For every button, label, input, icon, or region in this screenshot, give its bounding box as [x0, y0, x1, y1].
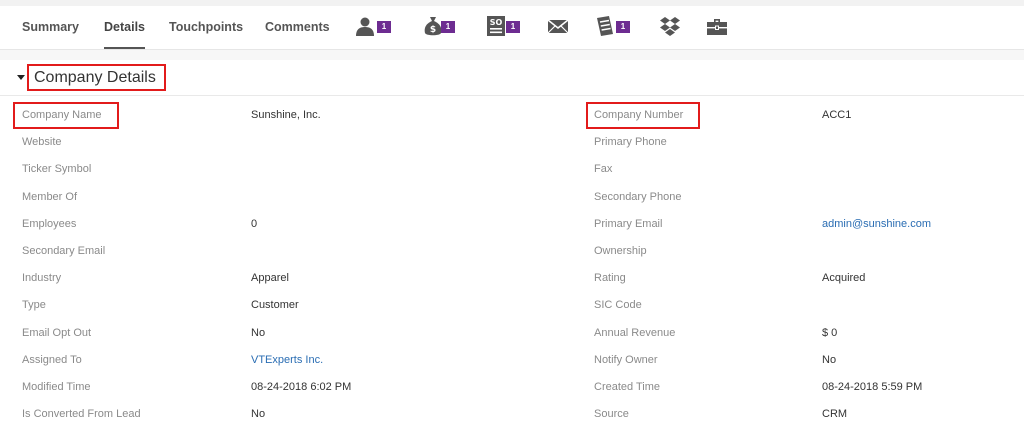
- sales-orders-tab-button[interactable]: SO 1: [486, 15, 524, 39]
- field-value: CRM: [822, 408, 848, 421]
- field-value: 08-24-2018 6:02 PM: [251, 381, 352, 393]
- field-label: Email Opt Out: [22, 326, 92, 339]
- field-label: Company Number: [594, 109, 684, 121]
- sales-order-icon: SO: [487, 16, 505, 36]
- field-label: Is Converted From Lead: [22, 408, 141, 421]
- tab-bar: Summary Details Touchpoints Comments 1 $…: [0, 6, 1024, 50]
- field-value: Sunshine, Inc.: [251, 109, 321, 121]
- field-value: No: [822, 353, 837, 366]
- detail-row: Member Of Secondary Phone: [0, 184, 1024, 211]
- field-label: SIC Code: [594, 299, 642, 312]
- detail-row: Email Opt Out No Annual Revenue $ 0: [0, 320, 1024, 347]
- field-label: Ticker Symbol: [22, 163, 92, 176]
- collapse-caret-icon[interactable]: [17, 75, 25, 80]
- envelope-icon: [547, 19, 569, 34]
- field-value: No: [251, 326, 266, 339]
- field-value: Acquired: [822, 272, 866, 285]
- field-label: Annual Revenue: [594, 326, 676, 339]
- field-label: Secondary Phone: [594, 190, 682, 203]
- opportunities-tab-button[interactable]: $ 1: [423, 15, 459, 39]
- svg-text:$: $: [430, 25, 436, 35]
- field-value: $ 0: [822, 326, 838, 339]
- section-separator: [0, 50, 1024, 60]
- section-header: Company Details: [0, 60, 1024, 96]
- detail-row: Is Converted From Lead No Source CRM: [0, 401, 1024, 428]
- invoices-count-badge: 1: [616, 21, 630, 33]
- contacts-tab-button[interactable]: 1: [355, 15, 395, 39]
- company-details-section: Company Details Company Name Sunshine, In…: [0, 60, 1024, 445]
- field-value: No: [251, 408, 266, 421]
- field-value[interactable]: VTExperts Inc.: [251, 347, 323, 374]
- field-label: Rating: [594, 272, 626, 285]
- field-label: Assigned To: [22, 353, 82, 366]
- contacts-icon: [356, 17, 374, 36]
- field-value: 0: [251, 217, 258, 230]
- field-label: Created Time: [594, 381, 661, 393]
- field-label: Notify Owner: [594, 353, 658, 366]
- field-label: Primary Phone: [594, 136, 667, 149]
- dropbox-icon: [660, 17, 680, 36]
- detail-row: Type Customer SIC Code: [0, 292, 1024, 319]
- field-label: Member Of: [22, 190, 78, 203]
- opportunities-count-badge: 1: [441, 21, 455, 33]
- detail-row: Ticker Symbol Fax: [0, 156, 1024, 183]
- detail-row: Company Name Sunshine, Inc. Company Number…: [0, 102, 1024, 129]
- tab-comments[interactable]: Comments: [265, 6, 330, 49]
- field-label: Primary Email: [594, 217, 663, 230]
- section-title: Company Details: [27, 64, 166, 91]
- field-label: Secondary Email: [22, 245, 106, 257]
- dropbox-tab-button[interactable]: [659, 15, 681, 39]
- detail-row: Assigned To VTExperts Inc. Notify Owner No: [0, 347, 1024, 374]
- money-bag-icon: $: [424, 17, 442, 36]
- tab-touchpoints[interactable]: Touchpoints: [169, 6, 243, 49]
- field-value[interactable]: admin@sunshine.com: [822, 211, 931, 238]
- field-value: Customer: [251, 299, 299, 312]
- field-label: Employees: [22, 217, 77, 230]
- tab-summary[interactable]: Summary: [22, 6, 79, 49]
- field-value: 08-24-2018 5:59 PM: [822, 381, 923, 393]
- field-label: Industry: [22, 272, 62, 285]
- field-label: Website: [22, 136, 62, 149]
- field-value: Apparel: [251, 272, 289, 285]
- invoice-icon: [597, 16, 613, 36]
- field-label: Type: [22, 299, 46, 312]
- tab-details[interactable]: Details: [104, 6, 145, 49]
- detail-row: Employees 0 Primary Email admin@sunshine.co…: [0, 211, 1024, 238]
- field-label: Source: [594, 408, 629, 421]
- detail-row: Industry Apparel Rating Acquired: [0, 265, 1024, 292]
- detail-row: Modified Time 08-24-2018 6:02 PM Created T…: [0, 374, 1024, 401]
- detail-row: Website Primary Phone: [0, 129, 1024, 156]
- projects-tab-button[interactable]: [706, 15, 728, 39]
- sales-orders-count-badge: 1: [506, 21, 520, 33]
- contacts-count-badge: 1: [377, 21, 391, 33]
- invoices-tab-button[interactable]: 1: [594, 15, 634, 39]
- detail-row: Secondary Email Ownership: [0, 238, 1024, 265]
- briefcase-icon: [707, 19, 727, 35]
- field-label: Ownership: [594, 245, 647, 257]
- field-value: ACC1: [822, 109, 852, 121]
- emails-tab-button[interactable]: [547, 15, 569, 39]
- field-label: Fax: [594, 163, 613, 176]
- field-label: Modified Time: [22, 381, 91, 393]
- field-label: Company Name: [22, 109, 102, 121]
- svg-text:SO: SO: [490, 18, 503, 27]
